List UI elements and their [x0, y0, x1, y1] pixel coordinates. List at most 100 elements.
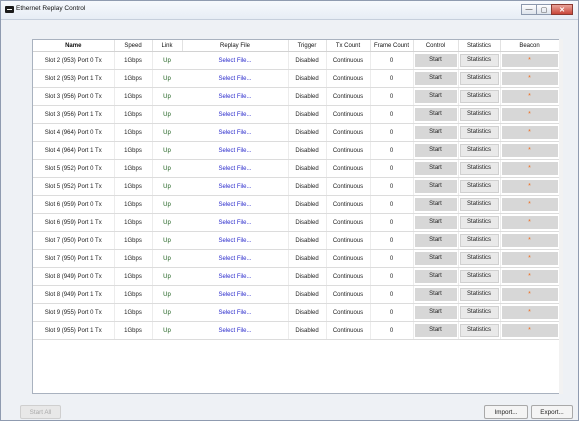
start-button[interactable]: Start	[414, 306, 457, 319]
trigger-cell[interactable]: Disabled	[288, 267, 327, 286]
tx-count-cell[interactable]: Continuous	[326, 69, 371, 88]
col-replay-file-header[interactable]: Replay File	[182, 40, 289, 52]
start-button[interactable]: Start	[414, 270, 457, 283]
frame-count-cell[interactable]: 0	[370, 141, 414, 160]
start-button[interactable]: Start	[414, 162, 457, 175]
statistics-button[interactable]: Statistics	[459, 108, 499, 121]
select-file-link[interactable]: Select File...	[182, 267, 289, 286]
tx-count-cell[interactable]: Continuous	[326, 87, 371, 106]
start-button[interactable]: Start	[414, 216, 457, 229]
col-tx-count-header[interactable]: Tx Count	[326, 40, 371, 52]
select-file-link[interactable]: Select File...	[182, 159, 289, 178]
statistics-button[interactable]: Statistics	[459, 72, 499, 85]
start-button[interactable]: Start	[414, 144, 457, 157]
frame-count-cell[interactable]: 0	[370, 159, 414, 178]
select-file-link[interactable]: Select File...	[182, 87, 289, 106]
tx-count-cell[interactable]: Continuous	[326, 285, 371, 304]
frame-count-cell[interactable]: 0	[370, 303, 414, 322]
tx-count-cell[interactable]: Continuous	[326, 159, 371, 178]
table-row[interactable]: Slot 2 (953) Port 1 Tx 1Gbps Up Select File…	[33, 69, 560, 88]
col-trigger-header[interactable]: Trigger	[288, 40, 327, 52]
frame-count-cell[interactable]: 0	[370, 177, 414, 196]
title-bar[interactable]: Ethernet Replay Control — ▢ ✕	[1, 1, 578, 20]
frame-count-cell[interactable]: 0	[370, 87, 414, 106]
col-link-header[interactable]: Link	[152, 40, 183, 52]
beacon-button[interactable]: *	[501, 198, 558, 211]
tx-count-cell[interactable]: Continuous	[326, 231, 371, 250]
trigger-cell[interactable]: Disabled	[288, 123, 327, 142]
tx-count-cell[interactable]: Continuous	[326, 213, 371, 232]
trigger-cell[interactable]: Disabled	[288, 231, 327, 250]
start-button[interactable]: Start	[414, 252, 457, 265]
beacon-button[interactable]: *	[501, 324, 558, 337]
frame-count-cell[interactable]: 0	[370, 195, 414, 214]
frame-count-cell[interactable]: 0	[370, 105, 414, 124]
select-file-link[interactable]: Select File...	[182, 285, 289, 304]
table-row[interactable]: Slot 9 (955) Port 1 Tx 1Gbps Up Select File…	[33, 321, 560, 340]
statistics-button[interactable]: Statistics	[459, 306, 499, 319]
tx-count-cell[interactable]: Continuous	[326, 303, 371, 322]
beacon-button[interactable]: *	[501, 144, 558, 157]
table-row[interactable]: Slot 3 (956) Port 1 Tx 1Gbps Up Select File…	[33, 105, 560, 124]
beacon-button[interactable]: *	[501, 180, 558, 193]
tx-count-cell[interactable]: Continuous	[326, 123, 371, 142]
beacon-button[interactable]: *	[501, 90, 558, 103]
col-beacon-header[interactable]: Beacon	[500, 40, 560, 52]
statistics-button[interactable]: Statistics	[459, 198, 499, 211]
start-all-button[interactable]: Start All	[20, 405, 61, 419]
statistics-button[interactable]: Statistics	[459, 270, 499, 283]
trigger-cell[interactable]: Disabled	[288, 141, 327, 160]
select-file-link[interactable]: Select File...	[182, 321, 289, 340]
beacon-button[interactable]: *	[501, 306, 558, 319]
col-frame-count-header[interactable]: Frame Count	[370, 40, 414, 52]
import-button[interactable]: Import...	[484, 405, 528, 419]
beacon-button[interactable]: *	[501, 288, 558, 301]
statistics-button[interactable]: Statistics	[459, 54, 499, 67]
frame-count-cell[interactable]: 0	[370, 231, 414, 250]
select-file-link[interactable]: Select File...	[182, 249, 289, 268]
statistics-button[interactable]: Statistics	[459, 324, 499, 337]
select-file-link[interactable]: Select File...	[182, 105, 289, 124]
trigger-cell[interactable]: Disabled	[288, 87, 327, 106]
tx-count-cell[interactable]: Continuous	[326, 177, 371, 196]
tx-count-cell[interactable]: Continuous	[326, 249, 371, 268]
table-row[interactable]: Slot 5 (952) Port 1 Tx 1Gbps Up Select File…	[33, 177, 560, 196]
beacon-button[interactable]: *	[501, 216, 558, 229]
frame-count-cell[interactable]: 0	[370, 123, 414, 142]
trigger-cell[interactable]: Disabled	[288, 195, 327, 214]
start-button[interactable]: Start	[414, 72, 457, 85]
statistics-button[interactable]: Statistics	[459, 126, 499, 139]
close-button[interactable]: ✕	[551, 4, 573, 15]
table-row[interactable]: Slot 7 (950) Port 1 Tx 1Gbps Up Select File…	[33, 249, 560, 268]
table-row[interactable]: Slot 2 (953) Port 0 Tx 1Gbps Up Select File…	[33, 51, 560, 70]
trigger-cell[interactable]: Disabled	[288, 51, 327, 70]
table-row[interactable]: Slot 5 (952) Port 0 Tx 1Gbps Up Select File…	[33, 159, 560, 178]
frame-count-cell[interactable]: 0	[370, 213, 414, 232]
frame-count-cell[interactable]: 0	[370, 267, 414, 286]
select-file-link[interactable]: Select File...	[182, 213, 289, 232]
start-button[interactable]: Start	[414, 108, 457, 121]
beacon-button[interactable]: *	[501, 252, 558, 265]
start-button[interactable]: Start	[414, 288, 457, 301]
frame-count-cell[interactable]: 0	[370, 249, 414, 268]
select-file-link[interactable]: Select File...	[182, 231, 289, 250]
trigger-cell[interactable]: Disabled	[288, 303, 327, 322]
tx-count-cell[interactable]: Continuous	[326, 141, 371, 160]
statistics-button[interactable]: Statistics	[459, 144, 499, 157]
statistics-button[interactable]: Statistics	[459, 180, 499, 193]
beacon-button[interactable]: *	[501, 108, 558, 121]
select-file-link[interactable]: Select File...	[182, 69, 289, 88]
col-control-header[interactable]: Control	[413, 40, 459, 52]
table-row[interactable]: Slot 4 (964) Port 1 Tx 1Gbps Up Select File…	[33, 141, 560, 160]
beacon-button[interactable]: *	[501, 234, 558, 247]
select-file-link[interactable]: Select File...	[182, 51, 289, 70]
maximize-button[interactable]: ▢	[536, 4, 552, 15]
statistics-button[interactable]: Statistics	[459, 234, 499, 247]
statistics-button[interactable]: Statistics	[459, 90, 499, 103]
beacon-button[interactable]: *	[501, 270, 558, 283]
tx-count-cell[interactable]: Continuous	[326, 105, 371, 124]
start-button[interactable]: Start	[414, 126, 457, 139]
start-button[interactable]: Start	[414, 198, 457, 211]
select-file-link[interactable]: Select File...	[182, 303, 289, 322]
beacon-button[interactable]: *	[501, 54, 558, 67]
